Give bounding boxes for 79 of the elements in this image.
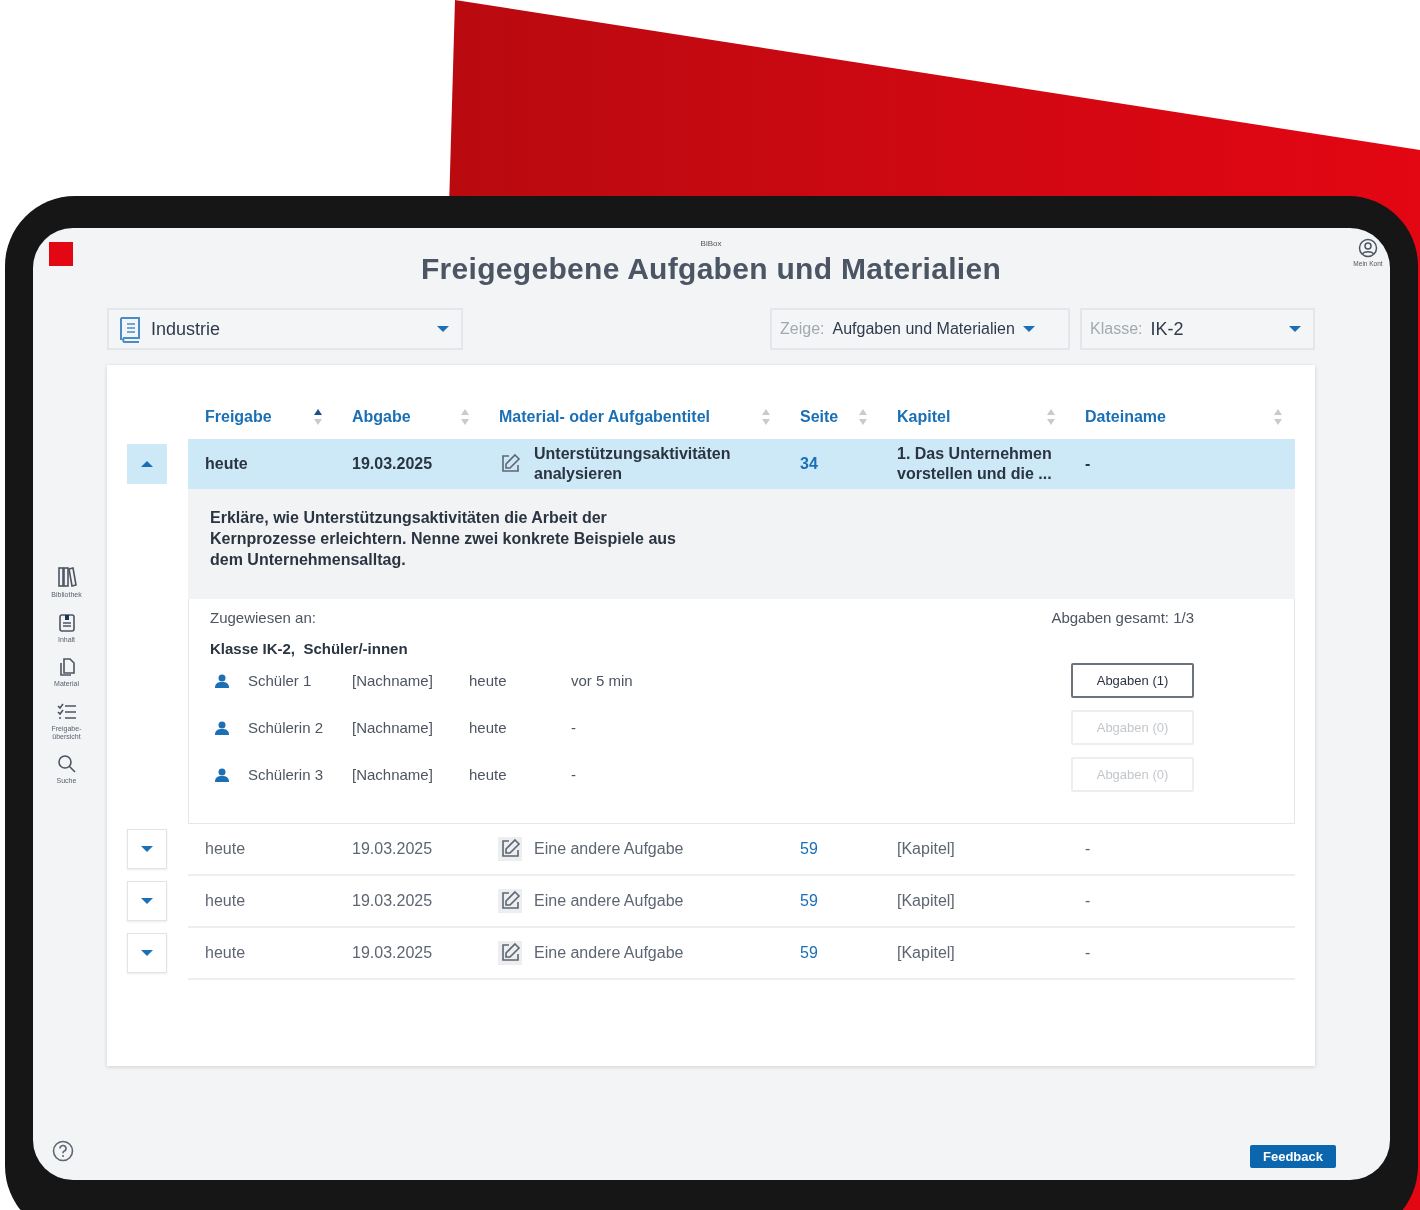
table-cell-text: heute (204, 891, 247, 911)
expand-button[interactable] (127, 444, 167, 484)
person-icon (215, 720, 229, 735)
books-icon (56, 566, 77, 588)
caret-up-icon (141, 460, 153, 468)
submissions-total: Abgaben gesamt: 1/3 (1051, 609, 1194, 626)
table-cell-text: - (1084, 839, 1092, 859)
assigned-label: Zugewiesen an: (210, 609, 316, 626)
table-cell-text: 19.03.2025 (351, 839, 434, 859)
task-title: Eine andere Aufgabe (534, 891, 684, 911)
expand-button[interactable] (127, 829, 167, 869)
book-select[interactable]: Industrie (107, 308, 463, 350)
column-header[interactable]: Kapitel (880, 395, 1068, 439)
student-date: heute (469, 766, 508, 783)
search-icon (56, 754, 77, 775)
student-time: vor 5 min (571, 672, 634, 689)
column-header[interactable]: Seite (783, 395, 880, 439)
caret-down-icon (141, 897, 153, 905)
table-cell-text: 19.03.2025 (351, 943, 434, 963)
account-icon[interactable] (1358, 238, 1378, 258)
page-link[interactable]: 59 (783, 943, 880, 963)
feedback-button[interactable]: Feedback (1250, 1145, 1336, 1168)
caret-down-icon (1289, 325, 1301, 333)
table-cell-text: - (1084, 943, 1092, 963)
caret-down-icon (141, 949, 153, 957)
edit-icon (498, 837, 522, 861)
help-icon[interactable] (51, 1140, 74, 1162)
table-cell-text: - (1084, 891, 1092, 911)
edit-icon (498, 889, 522, 913)
table-row[interactable]: heute 19.03.2025 Unterstützungsaktivitäten analysieren 34 1. Das Unternehmen vorstellen und die ... - (188, 439, 1295, 489)
table-cell-text: heute (204, 943, 247, 963)
student-time: - (571, 766, 577, 783)
class-select[interactable]: Klasse: IK-2 (1080, 308, 1315, 350)
app-name: BiBox (699, 239, 723, 248)
student-date: heute (469, 672, 508, 689)
student-name: Schülerin 2 (248, 719, 325, 736)
column-header[interactable]: Abgabe (335, 395, 482, 439)
table-cell-text: 19.03.2025 (351, 891, 434, 911)
student-name: Schülerin 3 (248, 766, 325, 783)
page-link[interactable]: 59 (783, 891, 880, 911)
student-lastname: [Nachname] (352, 719, 434, 736)
class-group: Klasse IK-2, Schüler/-innen (210, 640, 1194, 657)
caret-down-icon (437, 325, 449, 333)
caret-down-icon (141, 845, 153, 853)
task-title: Eine andere Aufgabe (534, 839, 684, 859)
show-select[interactable]: Zeige: Aufgaben und Materialien (770, 308, 1070, 350)
expand-button[interactable] (127, 933, 167, 973)
column-header[interactable]: Material- oder Aufgabentitel (482, 395, 783, 439)
expand-button[interactable] (127, 881, 167, 921)
table-cell-text: 1. Das Unternehmen vorstellen und die ... (896, 444, 1053, 484)
task-title: Unterstützungsaktivitäten analysieren (534, 444, 732, 484)
page-title: Freigegebene Aufgaben und Materialien (419, 252, 1003, 286)
notebook-icon (57, 612, 76, 633)
table-cell-text: [Kapitel] (896, 943, 956, 963)
copy-icon (57, 657, 76, 678)
book-icon (117, 315, 143, 343)
table-cell-text: [Kapitel] (896, 891, 956, 911)
column-header[interactable]: Dateiname (1068, 395, 1295, 439)
table-cell-text: 19.03.2025 (351, 454, 434, 474)
student-lastname: [Nachname] (352, 672, 434, 689)
table-cell-text: heute (204, 454, 249, 474)
column-header[interactable]: Freigabe (188, 395, 335, 439)
caret-down-icon (1022, 325, 1035, 333)
submissions-button[interactable]: Abgaben (1) (1071, 663, 1194, 698)
logo-icon (48, 242, 73, 266)
person-icon (215, 767, 229, 782)
page-link[interactable]: 59 (783, 839, 880, 859)
table-cell-text: - (1084, 454, 1092, 474)
task-description: Erkläre, wie Unterstützungsaktivitäten die Arbeit der Kernprozesse erleichtern. Nenne zwei konkrete Beispiele aus dem Unternehmensalltag. (210, 508, 677, 570)
student-name: Schüler 1 (248, 672, 313, 689)
table-cell-text: [Kapitel] (896, 839, 956, 859)
student-lastname: [Nachname] (352, 766, 434, 783)
edit-icon (498, 941, 522, 965)
student-time: - (571, 719, 577, 736)
page-link[interactable]: 34 (783, 454, 880, 474)
table-cell-text: heute (204, 839, 247, 859)
task-title: Eine andere Aufgabe (534, 943, 684, 963)
student-date: heute (469, 719, 508, 736)
person-icon (215, 673, 229, 688)
